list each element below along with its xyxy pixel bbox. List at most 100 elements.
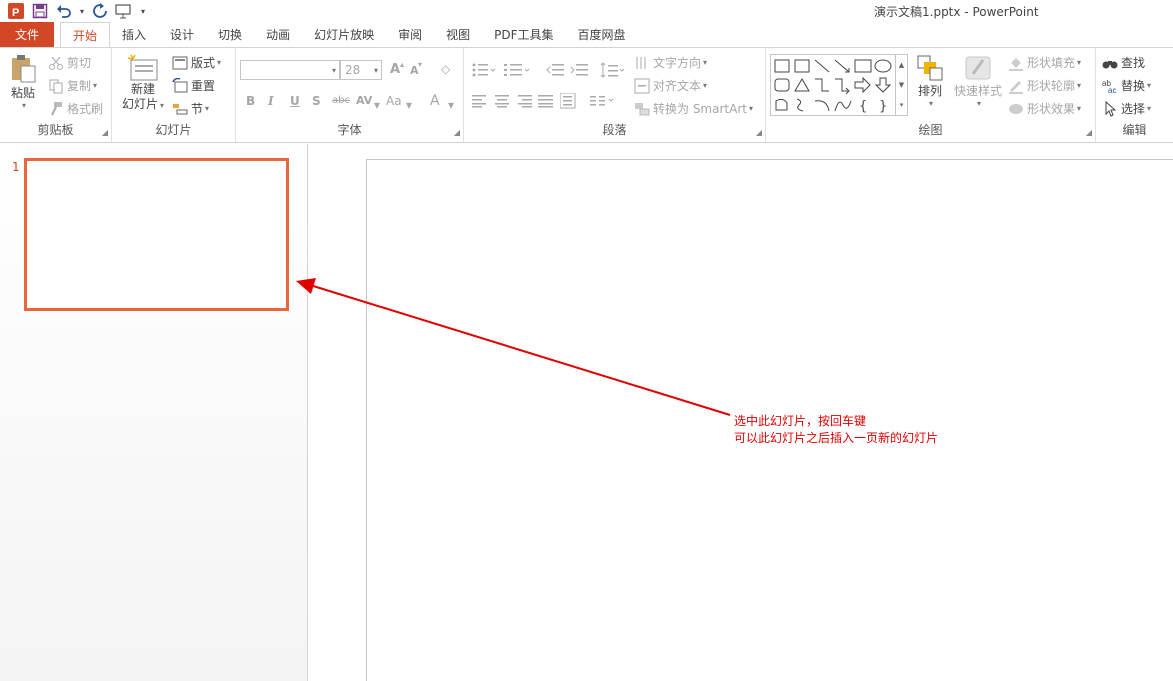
shrink-font-subscript-icon: ▾ (418, 60, 423, 69)
tab-view[interactable]: 视图 (434, 22, 482, 47)
ribbon: 粘贴 ▾ 剪切 复制 ▾ 格式刷 剪贴板 ◢ 新建 幻灯片 ▾ 版式 ▾ 重置 … (0, 47, 1173, 143)
text-direction-button[interactable]: 文字方向 ▾ (634, 54, 707, 71)
tab-home[interactable]: 开始 (60, 22, 111, 48)
svg-text:ac: ac (1108, 86, 1116, 94)
font-launcher-icon[interactable]: ◢ (454, 128, 460, 137)
tab-pdf-tools[interactable]: PDF工具集 (482, 22, 565, 47)
replace-button[interactable]: ab ac 替换 ▾ (1102, 77, 1151, 95)
text-shadow-button[interactable]: S (312, 94, 321, 108)
align-text-button[interactable]: 对齐文本 ▾ (634, 77, 707, 94)
cut-label: 剪切 (67, 56, 92, 70)
font-size-combo[interactable]: 28 ▾ (340, 60, 382, 80)
increase-indent-icon[interactable] (570, 62, 588, 78)
align-left-icon[interactable] (472, 94, 488, 108)
svg-text:P: P (12, 7, 19, 19)
window-title: 演示文稿1.pptx - PowerPoint (874, 5, 1039, 19)
align-right-icon[interactable] (516, 94, 532, 108)
align-text-label: 对齐文本 (653, 79, 702, 93)
align-center-icon[interactable] (494, 94, 510, 108)
paragraph-launcher-icon[interactable]: ◢ (756, 128, 762, 137)
underline-button[interactable]: U (290, 94, 300, 108)
start-from-beginning-icon[interactable] (114, 1, 134, 21)
new-slide-icon (127, 54, 158, 81)
italic-button[interactable]: I (268, 94, 274, 108)
quick-styles-button[interactable]: 快速样式 ▾ (952, 54, 1004, 108)
change-case-button[interactable]: Aa (386, 94, 402, 108)
gallery-up-icon[interactable]: ▲ (899, 61, 904, 69)
dropdown-caret-icon[interactable]: ▾ (78, 1, 86, 21)
gallery-down-icon[interactable]: ▼ (899, 81, 904, 89)
shapes-gallery[interactable]: { } ▲ ▼ ▾ (770, 54, 908, 116)
tab-file[interactable]: 文件 (0, 22, 54, 47)
convert-smartart-dropdown-icon: ▾ (748, 104, 753, 113)
distributed-icon[interactable] (560, 93, 576, 109)
shape-arc-icon (814, 100, 830, 112)
font-name-combo[interactable]: ▾ (240, 60, 340, 80)
clipboard-launcher-icon[interactable]: ◢ (102, 128, 108, 137)
tab-animations[interactable]: 动画 (254, 22, 302, 47)
save-icon[interactable] (30, 1, 50, 21)
drawing-launcher-icon[interactable]: ◢ (1086, 128, 1092, 137)
select-dropdown-icon: ▾ (1147, 104, 1152, 113)
font-color-button[interactable]: A (430, 93, 440, 109)
tab-transitions[interactable]: 切换 (206, 22, 254, 47)
font-color-dropdown-icon: ▾ (448, 98, 455, 112)
shape-rounded-rectangle-icon (774, 78, 790, 92)
tab-slideshow[interactable]: 幻灯片放映 (302, 22, 386, 47)
customize-qat-icon[interactable]: ▾ (138, 1, 148, 21)
shapes-gallery-scroll[interactable]: ▲ ▼ ▾ (895, 55, 907, 115)
cut-button[interactable]: 剪切 (48, 54, 91, 71)
paste-button[interactable]: 粘贴 ▾ (8, 54, 38, 110)
shape-outline-button[interactable]: 形状轮廓 ▾ (1008, 77, 1081, 94)
shape-triangle-icon (794, 78, 810, 92)
grow-font-button[interactable]: A (390, 62, 400, 77)
shape-curve-icon (834, 100, 852, 112)
section-dropdown-icon: ▾ (205, 104, 210, 113)
clear-formatting-icon[interactable]: ◇ (441, 62, 450, 76)
shape-fill-button[interactable]: 形状填充 ▾ (1008, 54, 1081, 71)
group-label-drawing: 绘图 (918, 123, 943, 137)
undo-icon[interactable] (54, 1, 74, 21)
format-painter-button[interactable]: 格式刷 (48, 100, 103, 117)
section-button[interactable]: 节 ▾ (172, 100, 209, 117)
group-paragraph: 文字方向 ▾ 对齐文本 ▾ 转换为 SmartArt ▾ 段落 ◢ (464, 48, 766, 142)
align-text-icon (634, 78, 650, 94)
tab-insert[interactable]: 插入 (110, 22, 158, 47)
convert-smartart-button[interactable]: 转换为 SmartArt ▾ (634, 100, 753, 117)
columns-icon[interactable] (590, 94, 616, 108)
tab-baidu-netdisk[interactable]: 百度网盘 (566, 22, 638, 47)
shape-line-icon (814, 59, 830, 73)
layout-button[interactable]: 版式 ▾ (172, 54, 221, 71)
bold-button[interactable]: B (246, 94, 255, 108)
tab-design[interactable]: 设计 (158, 22, 206, 47)
arrange-button[interactable]: 排列 ▾ (914, 54, 946, 108)
title-bar: P ▾ ▾ 演示文稿1.pptx - PowerPoint (0, 0, 1173, 22)
new-slide-button[interactable]: 新建 幻灯片 ▾ (120, 54, 166, 113)
find-button[interactable]: 查找 (1102, 54, 1145, 71)
shape-effects-icon (1008, 101, 1024, 117)
copy-button[interactable]: 复制 ▾ (48, 77, 97, 94)
new-slide-label-1: 新建 (130, 82, 155, 96)
shape-rectangle-icon (854, 59, 872, 73)
gallery-more-icon[interactable]: ▾ (900, 101, 904, 109)
shape-effects-button[interactable]: 形状效果 ▾ (1008, 100, 1081, 117)
reset-button[interactable]: 重置 (172, 77, 215, 94)
select-button[interactable]: 选择 ▾ (1102, 100, 1151, 117)
numbering-icon[interactable] (504, 62, 530, 78)
justify-icon[interactable] (538, 94, 554, 108)
tab-review[interactable]: 审阅 (386, 22, 434, 47)
character-spacing-button[interactable]: AV (356, 94, 372, 107)
text-direction-icon (634, 55, 650, 71)
slide-thumbnail-panel[interactable]: 1 (0, 144, 308, 681)
paste-label: 粘贴 (10, 86, 35, 100)
reset-icon (172, 77, 188, 94)
strikethrough-button[interactable]: abc (332, 95, 350, 106)
convert-smartart-label: 转换为 SmartArt (653, 102, 747, 116)
powerpoint-logo-icon[interactable]: P (6, 1, 26, 21)
line-spacing-icon[interactable] (600, 62, 626, 78)
decrease-indent-icon[interactable] (546, 62, 564, 78)
redo-icon[interactable] (90, 1, 110, 21)
slide-thumbnail-1[interactable] (24, 158, 289, 311)
select-label: 选择 (1121, 102, 1146, 116)
bullets-icon[interactable] (472, 62, 496, 78)
